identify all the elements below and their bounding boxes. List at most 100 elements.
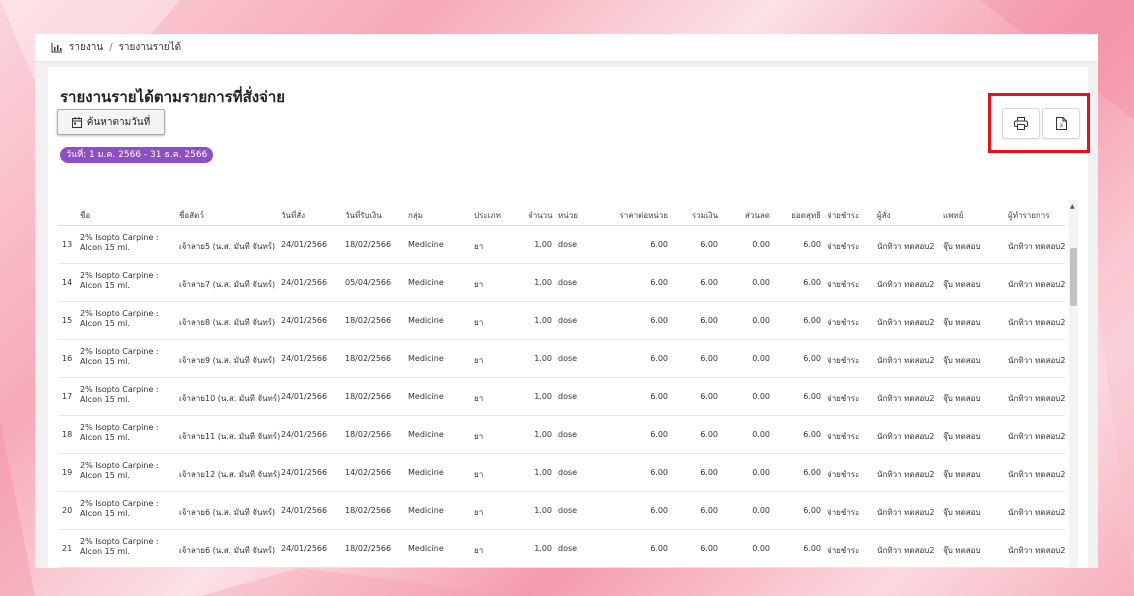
column-header[interactable]: ราคาต่อหน่วย xyxy=(618,209,668,222)
column-header[interactable]: รวมเงิน xyxy=(678,209,718,222)
cell-payment: จ่ายชำระ xyxy=(827,546,860,555)
table-row[interactable]: 18 2% Isopto Carpine : Alcon 15 ml. เจ้าลา… xyxy=(58,416,1065,454)
column-header[interactable]: จำนวน xyxy=(528,209,553,222)
cell-name: 2% Isopto Carpine : Alcon 15 ml. xyxy=(80,499,159,518)
cell-operator: นักทิวา ทดสอบ2 xyxy=(1008,394,1066,403)
cell-paid-date: 18/02/2566 xyxy=(345,316,392,325)
cell-payment: จ่ายชำระ xyxy=(827,280,860,289)
cell-unit: dose xyxy=(558,506,578,515)
cell-price: 6.00 xyxy=(650,316,668,325)
table-row[interactable]: 14 2% Isopto Carpine : Alcon 15 ml. เจ้าลา… xyxy=(58,264,1065,302)
column-header[interactable]: ประเภท xyxy=(474,209,501,222)
cell-payment: จ่ายชำระ xyxy=(827,470,860,479)
cell-paid-date: 18/02/2566 xyxy=(345,354,392,363)
column-header[interactable]: วันที่สั่ง xyxy=(281,209,305,222)
table-row[interactable]: 17 2% Isopto Carpine : Alcon 15 ml. เจ้าลา… xyxy=(58,378,1065,416)
cell-unit: dose xyxy=(558,430,578,439)
table-row[interactable]: 13 2% Isopto Carpine : Alcon 15 ml. เจ้าลา… xyxy=(58,226,1065,264)
scroll-up-icon[interactable]: ▲ xyxy=(1070,203,1075,210)
cell-qty: 1.00 xyxy=(534,278,552,287)
export-excel-button[interactable]: X xyxy=(1042,108,1080,139)
table-scrollbar[interactable]: ▲ xyxy=(1069,200,1078,568)
cell-orderer: นักทิวา ทดสอบ2 xyxy=(877,508,935,517)
cell-discount: 0.00 xyxy=(752,430,770,439)
cell-order-date: 24/01/2566 xyxy=(281,544,328,553)
cell-doctor: จุ๊บ ทดสอบ xyxy=(943,280,981,289)
scroll-thumb[interactable] xyxy=(1070,248,1077,306)
cell-qty: 1.00 xyxy=(534,354,552,363)
cell-net: 6.00 xyxy=(803,544,821,553)
table-row[interactable]: 21 2% Isopto Carpine : Alcon 15 ml. เจ้าลา… xyxy=(58,530,1065,568)
row-number: 20 xyxy=(62,506,73,515)
column-header[interactable]: จ่ายชำระ xyxy=(827,209,859,222)
cell-type: ยา xyxy=(474,394,484,403)
cell-doctor: จุ๊บ ทดสอบ xyxy=(943,394,981,403)
breadcrumb-root[interactable]: รายงาน xyxy=(69,40,103,55)
cell-orderer: นักทิวา ทดสอบ2 xyxy=(877,546,935,555)
table-row[interactable]: 16 2% Isopto Carpine : Alcon 15 ml. เจ้าลา… xyxy=(58,340,1065,378)
table-header: ชื่อ ชื่อสัตว์ วันที่สั่ง วันที่รับเงิน กลุ่… xyxy=(58,200,1065,226)
cell-qty: 1.00 xyxy=(534,468,552,477)
cell-discount: 0.00 xyxy=(752,316,770,325)
cell-doctor: จุ๊บ ทดสอบ xyxy=(943,318,981,327)
column-header[interactable]: ผู้สั่ง xyxy=(877,209,890,222)
cell-doctor: จุ๊บ ทดสอบ xyxy=(943,470,981,479)
cell-qty: 1.00 xyxy=(534,506,552,515)
column-header[interactable]: วันที่รับเงิน xyxy=(345,209,382,222)
cell-net: 6.00 xyxy=(803,278,821,287)
column-header[interactable]: หน่วย xyxy=(558,209,578,222)
cell-discount: 0.00 xyxy=(752,468,770,477)
row-number: 16 xyxy=(62,354,73,363)
cell-payment: จ่ายชำระ xyxy=(827,508,860,517)
search-by-date-label: ค้นหาตามวันที่ xyxy=(86,116,151,128)
cell-orderer: นักทิวา ทดสอบ2 xyxy=(877,470,935,479)
table-row[interactable]: 15 2% Isopto Carpine : Alcon 15 ml. เจ้าลา… xyxy=(58,302,1065,340)
cell-payment: จ่ายชำระ xyxy=(827,394,860,403)
cell-doctor: จุ๊บ ทดสอบ xyxy=(943,546,981,555)
cell-pet: เจ้าลาย6 (น.ส. มันที จันทร์) xyxy=(179,508,276,517)
cell-discount: 0.00 xyxy=(752,240,770,249)
cell-order-date: 24/01/2566 xyxy=(281,316,328,325)
cell-qty: 1.00 xyxy=(534,544,552,553)
cell-pet: เจ้าลาย6 (น.ส. มันที จันทร์) xyxy=(179,546,276,555)
cell-group: Medicine xyxy=(408,278,444,287)
cell-net: 6.00 xyxy=(803,316,821,325)
column-header[interactable]: ส่วนลด xyxy=(728,209,770,222)
cell-pet: เจ้าลาย11 (น.ส. มันที จันทร์) xyxy=(179,432,281,441)
table-row[interactable]: 19 2% Isopto Carpine : Alcon 15 ml. เจ้าลา… xyxy=(58,454,1065,492)
cell-discount: 0.00 xyxy=(752,278,770,287)
row-number: 17 xyxy=(62,392,73,401)
cell-total: 6.00 xyxy=(700,468,718,477)
cell-order-date: 24/01/2566 xyxy=(281,240,328,249)
cell-name: 2% Isopto Carpine : Alcon 15 ml. xyxy=(80,309,159,328)
row-number: 15 xyxy=(62,316,73,325)
column-header[interactable]: ชื่อสัตว์ xyxy=(179,209,204,222)
cell-unit: dose xyxy=(558,354,578,363)
column-header[interactable]: ผู้ทำรายการ xyxy=(1008,209,1050,222)
cell-name: 2% Isopto Carpine : Alcon 15 ml. xyxy=(80,423,159,442)
search-by-date-button[interactable]: ค้นหาตามวันที่ xyxy=(57,109,165,135)
column-header[interactable]: กลุ่ม xyxy=(408,209,423,222)
column-header[interactable]: แพทย์ xyxy=(943,209,963,222)
cell-type: ยา xyxy=(474,470,484,479)
column-header[interactable]: ชื่อ xyxy=(80,209,90,222)
cell-operator: นักทิวา ทดสอบ2 xyxy=(1008,470,1066,479)
column-header[interactable]: ยอดสุทธิ xyxy=(783,209,821,222)
cell-paid-date: 14/02/2566 xyxy=(345,468,392,477)
cell-orderer: นักทิวา ทดสอบ2 xyxy=(877,242,935,251)
breadcrumb-separator: / xyxy=(109,42,113,53)
table-row[interactable]: 20 2% Isopto Carpine : Alcon 15 ml. เจ้าลา… xyxy=(58,492,1065,530)
cell-total: 6.00 xyxy=(700,430,718,439)
cell-payment: จ่ายชำระ xyxy=(827,318,860,327)
cell-operator: นักทิวา ทดสอบ2 xyxy=(1008,280,1066,289)
cell-name: 2% Isopto Carpine : Alcon 15 ml. xyxy=(80,233,159,252)
print-button[interactable] xyxy=(1002,108,1040,139)
cell-name: 2% Isopto Carpine : Alcon 15 ml. xyxy=(80,385,159,404)
cell-doctor: จุ๊บ ทดสอบ xyxy=(943,242,981,251)
cell-paid-date: 18/02/2566 xyxy=(345,240,392,249)
breadcrumb-current: รายงานรายได้ xyxy=(118,42,182,53)
cell-order-date: 24/01/2566 xyxy=(281,278,328,287)
row-number: 13 xyxy=(62,240,73,249)
cell-pet: เจ้าลาย12 (น.ส. มันที จันทร์) xyxy=(179,470,281,479)
date-range-badge: วันที่: 1 ม.ค. 2566 - 31 ธ.ค. 2566 xyxy=(60,147,214,163)
